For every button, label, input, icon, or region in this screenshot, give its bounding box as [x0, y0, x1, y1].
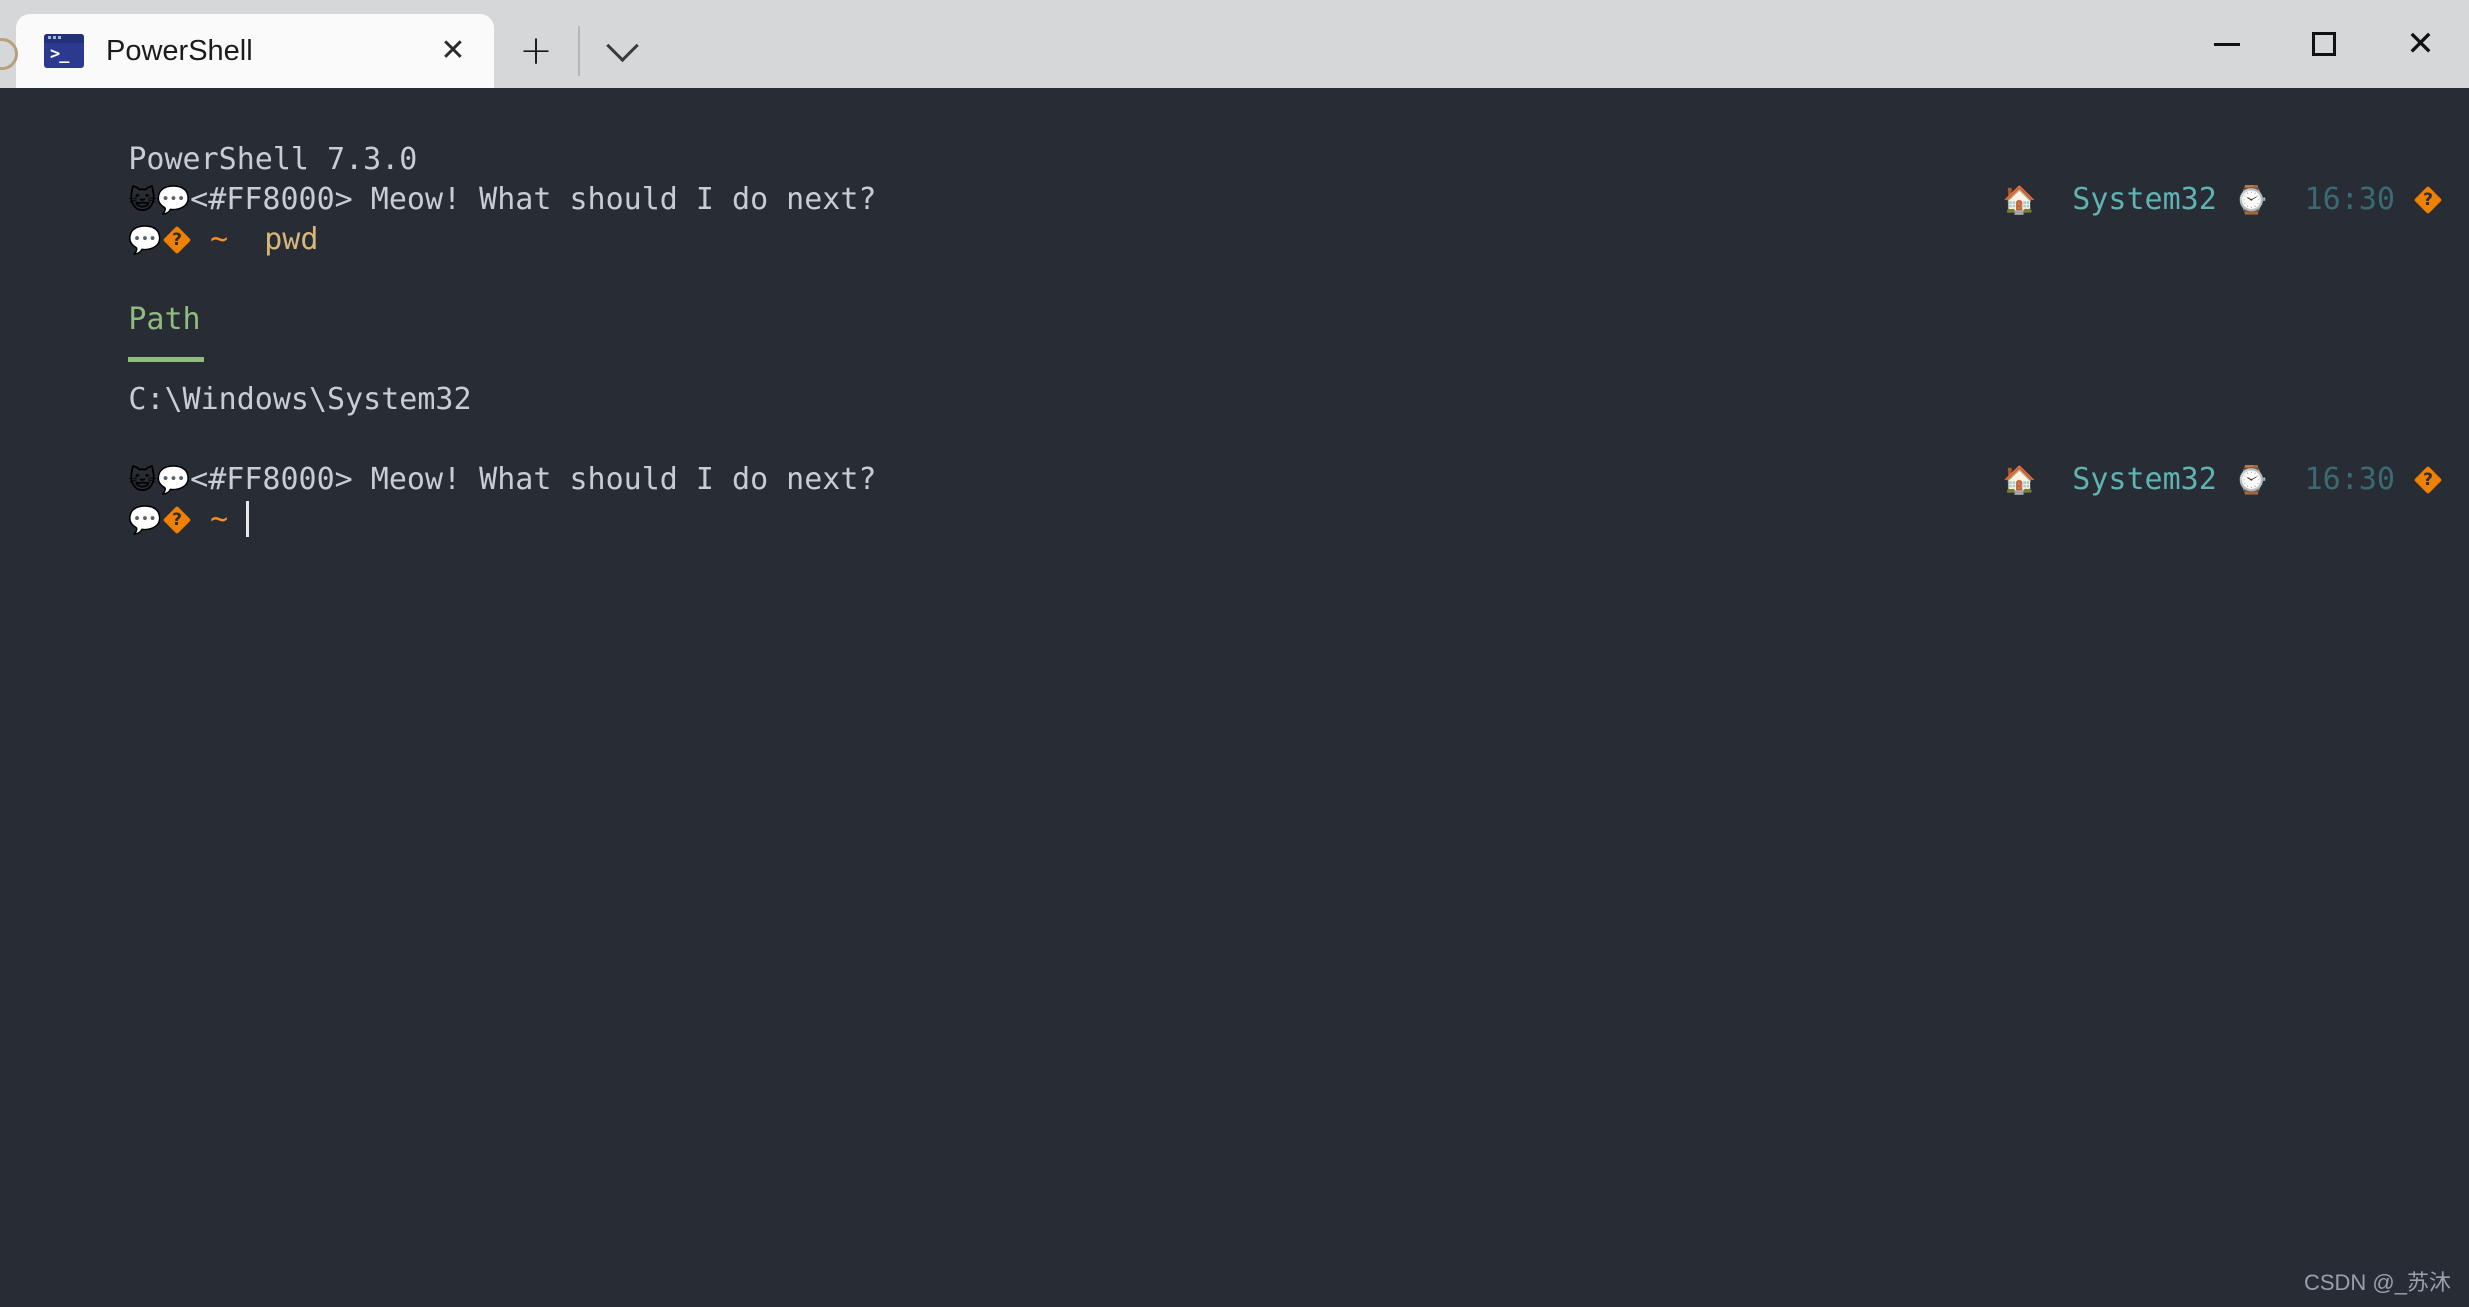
terminal-table-header-rule [0, 300, 2469, 362]
powershell-icon-prompt-glyph: >_ [50, 44, 70, 64]
powershell-icon: >_ [44, 34, 84, 68]
missing-glyph-icon: ? [162, 505, 192, 535]
tab-actions-divider [578, 26, 580, 76]
tab-powershell[interactable]: >_ PowerShell ✕ [16, 14, 494, 88]
close-icon: ✕ [2406, 24, 2435, 64]
tab-title: PowerShell [106, 34, 253, 67]
terminal-output[interactable]: PowerShell 7.3.0 😺💬<#FF8000> Meow! What … [0, 88, 2469, 1307]
tab-strip: >_ PowerShell ✕ + [0, 0, 658, 88]
minimize-button[interactable] [2178, 0, 2275, 88]
terminal-line-prompt-greeting-1: 😺💬<#FF8000> Meow! What should I do next?… [0, 140, 2469, 217]
terminal-table-value: C:\Windows\System32 [0, 340, 2469, 417]
terminal-line-command: 💬? ~ pwd [0, 180, 2469, 257]
new-tab-button[interactable]: + [500, 14, 572, 88]
terminal-table-header: Path [0, 260, 2469, 337]
tab-actions: + [500, 14, 658, 88]
terminal-window: >_ PowerShell ✕ + ✕ PowerShell 7.3.0 😺💬<… [0, 0, 2469, 1307]
terminal-input-line[interactable]: 💬? ~ [0, 460, 2469, 537]
maximize-icon [2311, 32, 2336, 56]
tab-close-icon[interactable]: ✕ [426, 24, 480, 78]
speech-balloon-icon: 💬 [128, 505, 162, 536]
tab-dropdown-button[interactable] [586, 14, 658, 88]
close-button[interactable]: ✕ [2372, 0, 2469, 88]
watermark: CSDN @_苏沐 [2303, 1270, 2451, 1295]
chevron-down-icon [605, 29, 639, 62]
text-cursor [246, 501, 250, 537]
minimize-icon [2213, 42, 2240, 46]
title-bar: >_ PowerShell ✕ + ✕ [0, 0, 2469, 88]
window-controls: ✕ [2178, 0, 2469, 88]
prompt-tilde: ~ [192, 502, 247, 537]
maximize-button[interactable] [2275, 0, 2372, 88]
terminal-line-banner: PowerShell 7.3.0 [0, 100, 2469, 177]
terminal-line-prompt-greeting-2: 😺💬<#FF8000> Meow! What should I do next?… [0, 420, 2469, 497]
